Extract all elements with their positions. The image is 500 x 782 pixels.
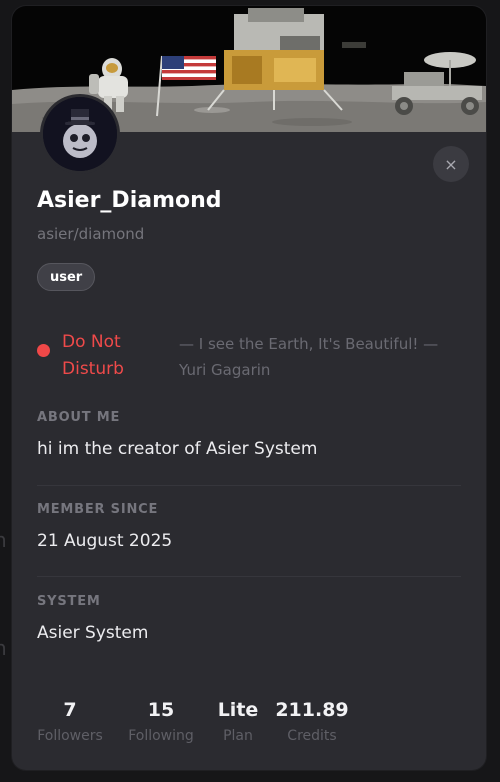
- member-since-date: 21 August 2025: [37, 531, 173, 551]
- system-name: Asier System: [37, 623, 149, 643]
- custom-status-quote: — I see the Earth, It's Beautiful! — Yur…: [179, 335, 439, 379]
- stat-value: 211.89: [275, 699, 349, 721]
- role-badge: user: [37, 263, 96, 291]
- profile-username: Asier_Diamond: [37, 188, 222, 213]
- stat-label: Following: [128, 728, 194, 744]
- stat-following[interactable]: 15 Following: [124, 698, 198, 744]
- background-text-fragment: n: [0, 636, 7, 660]
- avatar-frame: [40, 94, 120, 174]
- member-since-heading: MEMBER SINCE: [37, 502, 159, 517]
- stat-label: Followers: [37, 728, 103, 744]
- stat-value: 15: [147, 699, 175, 721]
- system-heading: SYSTEM: [37, 594, 101, 609]
- stat-label: Plan: [223, 728, 253, 744]
- section-divider: [37, 485, 461, 486]
- stat-label: Credits: [287, 728, 337, 744]
- avatar[interactable]: [43, 97, 117, 171]
- profile-card: × Asier_Diamond asier/diamond user Do No…: [12, 6, 486, 770]
- section-divider: [37, 576, 461, 577]
- stat-plan: Lite Plan: [208, 698, 268, 744]
- about-me-heading: ABOUT ME: [37, 410, 121, 425]
- role-badge-label: user: [50, 269, 83, 285]
- about-me-text: hi im the creator of Asier System: [37, 439, 318, 459]
- close-icon: ×: [444, 154, 458, 174]
- stat-followers[interactable]: 7 Followers: [33, 698, 107, 744]
- stat-value: Lite: [217, 699, 259, 721]
- background-text-fragment: n: [0, 528, 7, 552]
- stat-value: 7: [63, 699, 77, 721]
- profile-handle: asier/diamond: [37, 225, 145, 243]
- close-button[interactable]: ×: [433, 146, 469, 182]
- stat-credits: 211.89 Credits: [275, 698, 349, 744]
- status-label: Do Not Disturb: [62, 332, 124, 379]
- dnd-status-icon: [37, 344, 50, 357]
